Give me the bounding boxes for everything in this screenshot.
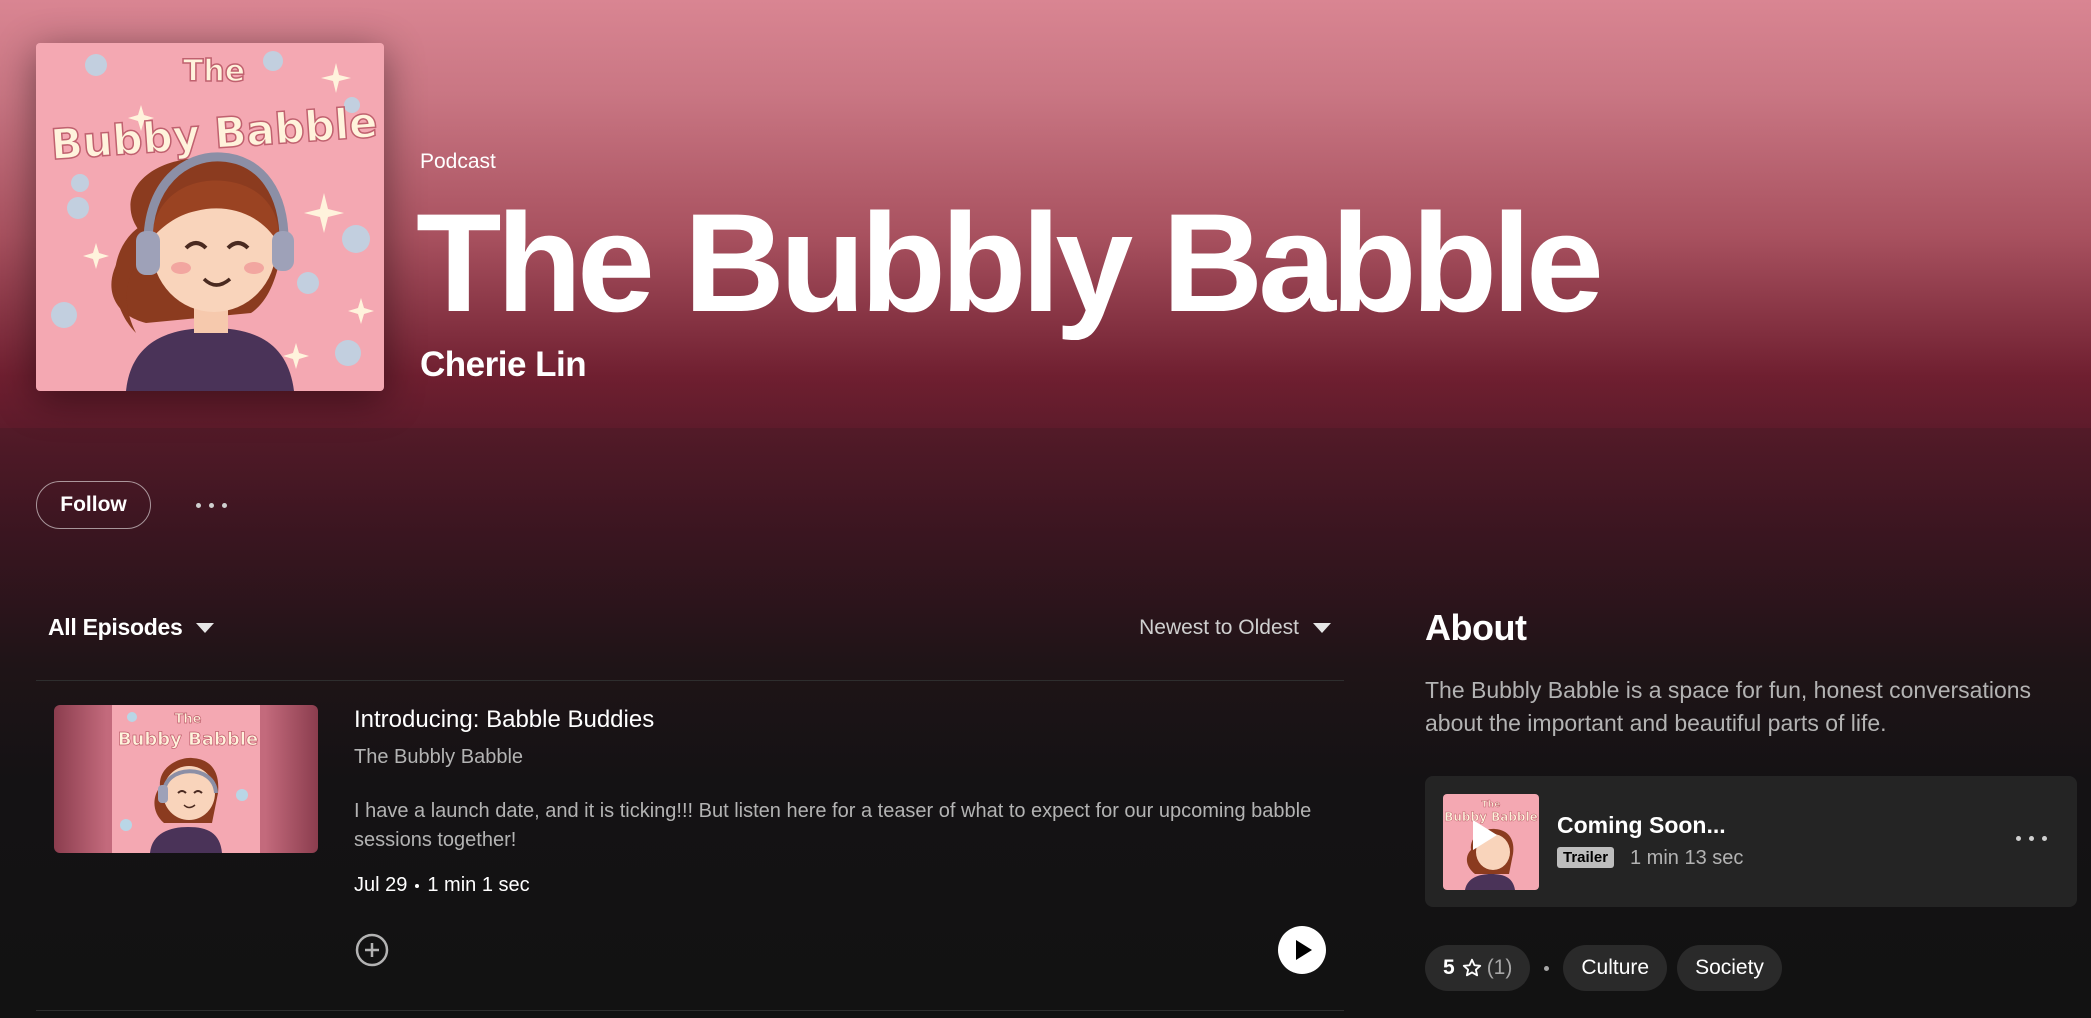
rating-value: 5 <box>1443 956 1455 979</box>
more-options-icon[interactable] <box>186 488 236 522</box>
caret-down-icon <box>196 622 215 633</box>
dot <box>221 502 227 508</box>
list-divider <box>36 680 1344 681</box>
page-title: The Bubbly Babble <box>416 184 1604 341</box>
dot <box>195 502 201 508</box>
trailer-card[interactable]: The Bubby Babble Coming Soon... Trailer … <box>1425 776 2077 907</box>
dot <box>2029 836 2034 841</box>
content-type-label: Podcast <box>420 150 496 173</box>
dot <box>2042 836 2047 841</box>
episode-date: Jul 29 <box>354 874 408 896</box>
dot <box>208 502 214 508</box>
trailer-badge: Trailer <box>1557 847 1615 868</box>
podcast-cover-art: The Bubby Babble <box>36 43 384 391</box>
sort-dropdown[interactable]: Newest to Oldest <box>1139 616 1331 640</box>
star-icon <box>1462 958 1481 977</box>
add-to-library-icon[interactable] <box>354 932 390 968</box>
about-description: The Bubbly Babble is a space for fun, ho… <box>1425 677 2032 736</box>
episode-duration: 1 min 1 sec <box>427 874 530 896</box>
episode-description: I have a launch date, and it is ticking!… <box>354 800 1312 851</box>
rating-count: (1) <box>1486 956 1513 979</box>
episode-meta: Jul 29 1 min 1 sec <box>354 874 530 897</box>
about-heading: About <box>1425 607 1527 648</box>
trailer-more-options-icon[interactable] <box>2008 828 2055 849</box>
episode-play-button[interactable] <box>1278 926 1326 974</box>
episode-show-name[interactable]: The Bubbly Babble <box>354 746 523 769</box>
separator-dot <box>1544 965 1550 971</box>
trailer-title: Coming Soon... <box>1557 812 1726 838</box>
svg-text:The: The <box>183 54 245 89</box>
episode-filter-label: All Episodes <box>48 614 183 640</box>
svg-text:The: The <box>175 712 202 727</box>
play-icon[interactable] <box>1473 820 1497 850</box>
trailer-duration: 1 min 13 sec <box>1630 847 1744 869</box>
caret-down-icon <box>1313 623 1331 633</box>
separator-dot <box>415 883 420 888</box>
episode-thumbnail[interactable]: The Bubby Babble <box>54 705 318 853</box>
author-name[interactable]: Cherie Lin <box>420 345 587 385</box>
episode-title[interactable]: Introducing: Babble Buddies <box>354 706 654 734</box>
tag-chip-society[interactable]: Society <box>1677 945 1782 991</box>
list-divider <box>36 1010 1344 1011</box>
sort-label: Newest to Oldest <box>1139 616 1299 639</box>
follow-button[interactable]: Follow <box>36 481 151 529</box>
dot <box>2016 836 2021 841</box>
tag-chip-culture[interactable]: Culture <box>1563 945 1668 991</box>
play-icon <box>1296 940 1312 960</box>
rating-chip[interactable]: 5 (1) <box>1425 945 1531 991</box>
episode-filter-dropdown[interactable]: All Episodes <box>48 614 215 641</box>
svg-text:The: The <box>1482 800 1501 810</box>
svg-text:Bubby Babble: Bubby Babble <box>118 729 258 750</box>
chip-row: 5 (1) Culture Society <box>1425 945 1782 991</box>
